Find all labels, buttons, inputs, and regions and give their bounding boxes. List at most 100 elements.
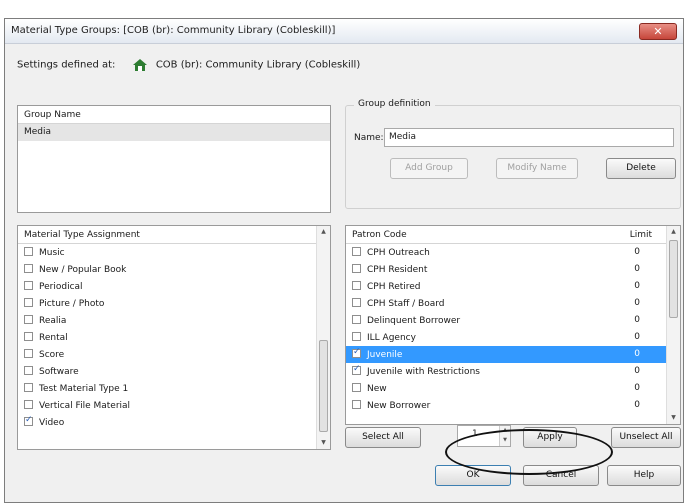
close-icon: ✕	[653, 25, 663, 38]
patron-code-item-new-borrower[interactable]: New Borrower 0	[346, 397, 680, 414]
material-type-item-realia[interactable]: Realia	[18, 312, 330, 329]
material-type-item-score[interactable]: Score	[18, 346, 330, 363]
material-type-scrollbar[interactable]: ▲ ▼	[316, 226, 330, 449]
material-type-label: Music	[39, 248, 65, 258]
scrollbar-thumb[interactable]	[319, 340, 328, 432]
material-type-item-periodical[interactable]: Periodical	[18, 278, 330, 295]
patron-code-scrollbar[interactable]: ▲ ▼	[666, 226, 680, 424]
material-type-item-software[interactable]: Software	[18, 363, 330, 380]
material-type-label: Rental	[39, 333, 68, 343]
checkbox[interactable]	[352, 364, 361, 375]
checkbox[interactable]	[352, 400, 361, 409]
scrollbar-thumb[interactable]	[669, 240, 678, 318]
checkbox[interactable]	[24, 315, 33, 324]
checkbox[interactable]	[24, 281, 33, 290]
checkbox[interactable]	[24, 415, 33, 426]
patron-code-item-delinquent-borrower[interactable]: Delinquent Borrower 0	[346, 312, 680, 329]
checkbox[interactable]	[352, 347, 361, 358]
patron-code-label: Juvenile with Restrictions	[367, 367, 480, 377]
patron-code-label: CPH Outreach	[367, 248, 430, 258]
material-type-item-video[interactable]: Video	[18, 414, 330, 431]
patron-code-item-cph-retired[interactable]: CPH Retired 0	[346, 278, 680, 295]
patron-code-limit: 0	[634, 400, 640, 410]
checkbox[interactable]	[24, 298, 33, 307]
checkbox[interactable]	[24, 264, 33, 273]
material-type-label: Picture / Photo	[39, 299, 105, 309]
checkbox[interactable]	[352, 264, 361, 273]
checkbox[interactable]	[352, 383, 361, 392]
patron-code-item-ill-agency[interactable]: ILL Agency 0	[346, 329, 680, 346]
checkbox[interactable]	[352, 298, 361, 307]
patron-code-limit: 0	[634, 247, 640, 257]
checkbox[interactable]	[24, 349, 33, 358]
group-name-input[interactable]: Media	[384, 128, 674, 147]
patron-code-label: ILL Agency	[367, 333, 416, 343]
patron-code-label: New	[367, 384, 387, 394]
patron-code-label: CPH Resident	[367, 265, 428, 275]
group-definition-legend: Group definition	[354, 99, 435, 109]
scroll-down-icon[interactable]: ▼	[667, 412, 680, 424]
add-group-button[interactable]: Add Group	[390, 158, 468, 179]
material-type-label: Score	[39, 350, 65, 360]
title-bar: Material Type Groups: [COB (br): Communi…	[5, 19, 683, 44]
material-type-item-vertical-file-material[interactable]: Vertical File Material	[18, 397, 330, 414]
material-type-groups-dialog: Material Type Groups: [COB (br): Communi…	[4, 18, 684, 503]
scroll-up-icon[interactable]: ▲	[317, 226, 330, 238]
patron-code-label: CPH Retired	[367, 282, 421, 292]
select-all-button[interactable]: Select All	[345, 427, 421, 448]
settings-location: COB (br): Community Library (Cobleskill)	[155, 59, 361, 71]
material-type-label: Software	[39, 367, 79, 377]
checkbox[interactable]	[352, 332, 361, 341]
scroll-up-icon[interactable]: ▲	[667, 226, 680, 238]
window-title: Material Type Groups: [COB (br): Communi…	[11, 25, 336, 36]
limit-column: Limit	[629, 230, 652, 240]
help-button[interactable]: Help	[607, 465, 681, 486]
group-name-list: Group Name Media	[17, 105, 331, 213]
patron-code-item-new[interactable]: New 0	[346, 380, 680, 397]
checkbox[interactable]	[24, 332, 33, 341]
unselect-all-button[interactable]: Unselect All	[611, 427, 681, 448]
close-button[interactable]: ✕	[639, 23, 677, 40]
patron-code-column: Patron Code	[352, 230, 407, 240]
material-type-header: Material Type Assignment	[18, 226, 330, 244]
material-type-item-new-popular-book[interactable]: New / Popular Book	[18, 261, 330, 278]
checkbox[interactable]	[24, 366, 33, 375]
checkbox[interactable]	[352, 281, 361, 290]
material-type-list: Material Type Assignment Music New / Popu…	[17, 225, 331, 450]
group-definition-box: Group definition Name: Media Add Group M…	[345, 99, 681, 209]
checkbox[interactable]	[24, 400, 33, 409]
patron-code-limit: 0	[634, 349, 640, 359]
patron-code-item-juvenile[interactable]: Juvenile 0	[346, 346, 680, 363]
settings-label: Settings defined at:	[17, 59, 116, 71]
patron-code-label: Juvenile	[367, 350, 403, 360]
patron-code-label: CPH Staff / Board	[367, 299, 445, 309]
annotation-ellipse	[445, 429, 613, 475]
patron-code-item-cph-staff-board[interactable]: CPH Staff / Board 0	[346, 295, 680, 312]
patron-code-header: Patron Code Limit	[346, 226, 680, 244]
patron-code-item-cph-outreach[interactable]: CPH Outreach 0	[346, 244, 680, 261]
patron-code-limit: 0	[634, 264, 640, 274]
patron-code-item-juvenile-with-restrictions[interactable]: Juvenile with Restrictions 0	[346, 363, 680, 380]
material-type-label: Vertical File Material	[39, 401, 131, 411]
checkbox[interactable]	[352, 247, 361, 256]
delete-button[interactable]: Delete	[606, 158, 676, 179]
material-type-item-music[interactable]: Music	[18, 244, 330, 261]
patron-code-item-cph-resident[interactable]: CPH Resident 0	[346, 261, 680, 278]
patron-code-limit: 0	[634, 332, 640, 342]
scroll-down-icon[interactable]: ▼	[317, 437, 330, 449]
checkbox[interactable]	[24, 383, 33, 392]
list-item-media[interactable]: Media	[18, 124, 330, 141]
material-type-item-test-material-type-1[interactable]: Test Material Type 1	[18, 380, 330, 397]
checkbox[interactable]	[352, 315, 361, 324]
patron-code-label: Delinquent Borrower	[367, 316, 461, 326]
checkbox[interactable]	[24, 247, 33, 256]
material-type-label: Periodical	[39, 282, 83, 292]
patron-code-label: New Borrower	[367, 401, 431, 411]
modify-name-button[interactable]: Modify Name	[496, 158, 578, 179]
material-type-item-picture-photo[interactable]: Picture / Photo	[18, 295, 330, 312]
settings-defined-at: Settings defined at: COB (br): Community…	[17, 59, 360, 71]
patron-code-limit: 0	[634, 281, 640, 291]
name-label: Name:	[354, 133, 384, 143]
material-type-item-rental[interactable]: Rental	[18, 329, 330, 346]
patron-code-limit: 0	[634, 366, 640, 376]
